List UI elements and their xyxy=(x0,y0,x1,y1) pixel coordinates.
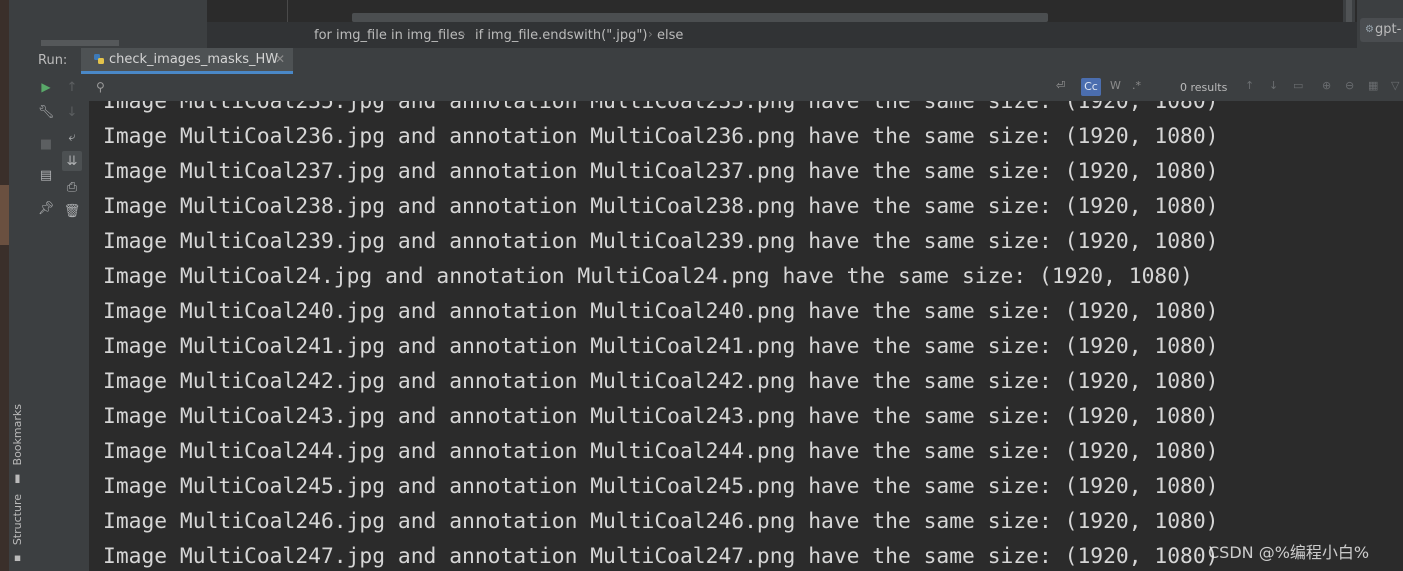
bookmarks-tab[interactable]: ▮ Bookmarks xyxy=(11,404,24,486)
breadcrumb: for img_file in img_files › if img_file.… xyxy=(207,22,1357,48)
gpt-tool-tab[interactable]: ⚙ gpt- xyxy=(1360,18,1403,42)
console-line: Image MultiCoal244.jpg and annotation Mu… xyxy=(103,439,1219,464)
run-config-tab[interactable]: check_images_masks_HW ✕ xyxy=(81,48,293,74)
breadcrumb-item-for-loop[interactable]: for img_file in img_files xyxy=(314,28,465,43)
regex-toggle-icon[interactable]: .* xyxy=(1132,79,1141,92)
desktop-edge xyxy=(0,0,9,571)
close-icon[interactable]: ✕ xyxy=(275,52,285,66)
rerun-icon[interactable]: ▶ xyxy=(36,77,56,97)
console-line: Image MultiCoal242.jpg and annotation Mu… xyxy=(103,369,1219,394)
run-tool-window-header: Run: check_images_masks_HW ✕ xyxy=(9,48,1403,75)
editor-vertical-scrollbar[interactable] xyxy=(1343,0,1355,22)
match-case-toggle[interactable]: Cc xyxy=(1081,78,1101,96)
new-line-icon[interactable]: ⏎ xyxy=(1056,79,1065,92)
breadcrumb-separator-icon: › xyxy=(461,27,466,41)
console-output[interactable]: Image MultiCoal235.jpg and annotation Mu… xyxy=(89,101,1403,571)
bookmark-icon: ▮ xyxy=(11,472,24,486)
filter-icon[interactable]: ▭ xyxy=(1293,79,1303,92)
stop-icon[interactable]: ■ xyxy=(36,134,56,154)
select-all-icon[interactable]: ▦ xyxy=(1368,79,1378,92)
console-line: Image MultiCoal240.jpg and annotation Mu… xyxy=(103,299,1219,324)
editor-gutter-divider xyxy=(287,0,288,22)
console-line: Image MultiCoal246.jpg and annotation Mu… xyxy=(103,509,1219,534)
soft-wrap-icon[interactable]: ⤶ xyxy=(62,127,82,147)
console-lines: Image MultiCoal235.jpg and annotation Mu… xyxy=(103,101,1219,571)
watermark: CSDN @%编程小白% xyxy=(1208,543,1370,562)
search-icon[interactable]: ⚲ xyxy=(96,80,105,94)
console-line: Image MultiCoal235.jpg and annotation Mu… xyxy=(103,101,1219,114)
console-line: Image MultiCoal24.jpg and annotation Mul… xyxy=(103,264,1193,289)
bookmarks-tab-label: Bookmarks xyxy=(11,404,24,466)
console-line: Image MultiCoal236.jpg and annotation Mu… xyxy=(103,124,1219,149)
print-icon[interactable]: ⎙ xyxy=(62,177,82,197)
add-occurrence-icon[interactable]: ⊕ xyxy=(1322,79,1331,92)
words-toggle[interactable]: W xyxy=(1110,79,1121,92)
structure-icon: ▪ xyxy=(11,552,24,566)
trash-icon[interactable]: 🗑︎ xyxy=(62,201,82,221)
next-occurrence-icon[interactable]: ↓ xyxy=(1269,79,1278,92)
structure-tab[interactable]: ▪ Structure xyxy=(11,494,24,566)
gpt-tab-label: gpt- xyxy=(1375,22,1402,37)
run-tab-name: check_images_masks_HW xyxy=(109,52,279,67)
run-label: Run: xyxy=(38,53,68,68)
console-line: Image MultiCoal245.jpg and annotation Mu… xyxy=(103,474,1219,499)
scroll-to-end-icon[interactable]: ⇊ xyxy=(62,151,82,171)
breadcrumb-separator-icon: › xyxy=(648,27,653,41)
console-line: Image MultiCoal238.jpg and annotation Mu… xyxy=(103,194,1219,219)
side-tool-strip: ▮ Bookmarks ▪ Structure xyxy=(9,74,34,571)
down-arrow-icon[interactable]: ↓ xyxy=(62,102,82,122)
console-search-bar: ⚲ ⏎ Cc W .* 0 results ↑ ↓ ▭ ⊕ ⊖ ▦ ▽ xyxy=(89,74,1403,102)
editor-horizontal-scrollbar[interactable] xyxy=(352,13,1048,22)
previous-occurrence-icon[interactable]: ↑ xyxy=(1245,79,1254,92)
filter-funnel-icon[interactable]: ▽ xyxy=(1391,79,1399,92)
console-line: Image MultiCoal237.jpg and annotation Mu… xyxy=(103,159,1219,184)
project-panel-edge xyxy=(9,0,207,48)
search-results-count: 0 results xyxy=(1180,81,1228,94)
console-line: Image MultiCoal243.jpg and annotation Mu… xyxy=(103,404,1219,429)
console-line: Image MultiCoal239.jpg and annotation Mu… xyxy=(103,229,1219,254)
breadcrumb-item-if[interactable]: if img_file.endswith(".jpg") xyxy=(475,28,647,43)
search-input[interactable] xyxy=(111,77,1055,99)
console-line: Image MultiCoal241.jpg and annotation Mu… xyxy=(103,334,1219,359)
run-toolbar: ▶ ↑ 🔧︎ ↓ ⤶ ■ ⇊ ▤ ⎙ 📌︎ 🗑︎ xyxy=(33,74,90,571)
remove-occurrence-icon[interactable]: ⊖ xyxy=(1345,79,1354,92)
python-icon xyxy=(94,54,104,64)
structure-tab-label: Structure xyxy=(11,494,24,546)
up-arrow-icon[interactable]: ↑ xyxy=(62,77,82,97)
layout-icon[interactable]: ▤ xyxy=(36,165,56,185)
breadcrumb-item-else[interactable]: else xyxy=(657,28,683,43)
plugin-icon: ⚙ xyxy=(1365,24,1374,35)
pin-icon[interactable]: 📌︎ xyxy=(36,198,56,218)
wrench-icon[interactable]: 🔧︎ xyxy=(36,102,56,122)
console-line: Image MultiCoal247.jpg and annotation Mu… xyxy=(103,544,1219,569)
